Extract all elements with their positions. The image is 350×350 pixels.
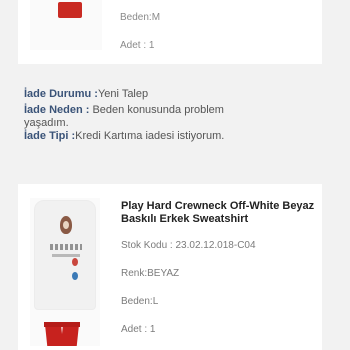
return-reason-row: İade Neden : Beden konusunda problem yaş… bbox=[24, 104, 324, 130]
trouser-waist bbox=[44, 322, 80, 327]
return-type-label: İade Tipi : bbox=[24, 130, 76, 142]
item-quantity: Adet : 1 bbox=[120, 40, 155, 51]
return-type-row: İade Tipi :Kredi Kartıma iadesi istiyoru… bbox=[24, 130, 324, 143]
sweatshirt-print-text bbox=[50, 244, 82, 250]
product-thumbnail[interactable] bbox=[30, 198, 100, 346]
sweatshirt-badge-blue bbox=[72, 272, 78, 280]
sweatshirt-badge-red bbox=[72, 258, 78, 266]
item-color: Renk:BEYAZ bbox=[121, 268, 180, 279]
return-status-row: İade Durumu :Yeni Talep bbox=[24, 88, 324, 101]
stock-code: Stok Kodu : 23.02.12.018-C04 bbox=[121, 240, 256, 251]
item-size: Beden:M bbox=[120, 12, 161, 23]
product-image-garment bbox=[58, 2, 82, 18]
return-info: İade Durumu :Yeni Talep İade Neden : Bed… bbox=[24, 88, 324, 143]
order-item-card: Play Hard Crewneck Off-White Beyaz Baskı… bbox=[18, 184, 322, 350]
return-reason-value-cont: yaşadım. bbox=[24, 117, 69, 129]
return-reason-value: Beden konusunda problem bbox=[89, 104, 224, 116]
order-item-card-top: Beden:M Adet : 1 bbox=[18, 0, 322, 64]
product-image-trousers bbox=[42, 322, 80, 346]
return-status-value: Yeni Talep bbox=[97, 88, 149, 100]
product-thumbnail[interactable] bbox=[30, 0, 102, 50]
sweatshirt-print-subtext bbox=[52, 254, 80, 257]
return-reason-label: İade Neden : bbox=[24, 104, 90, 116]
product-title[interactable]: Play Hard Crewneck Off-White Beyaz Baskı… bbox=[121, 200, 317, 226]
return-type-value: Kredi Kartıma iadesi istiyorum. bbox=[75, 130, 225, 142]
return-status-label: İade Durumu : bbox=[24, 88, 98, 100]
sweatshirt-print-graphic bbox=[60, 216, 72, 234]
item-quantity: Adet : 1 bbox=[121, 324, 156, 335]
item-size: Beden:L bbox=[121, 296, 159, 307]
